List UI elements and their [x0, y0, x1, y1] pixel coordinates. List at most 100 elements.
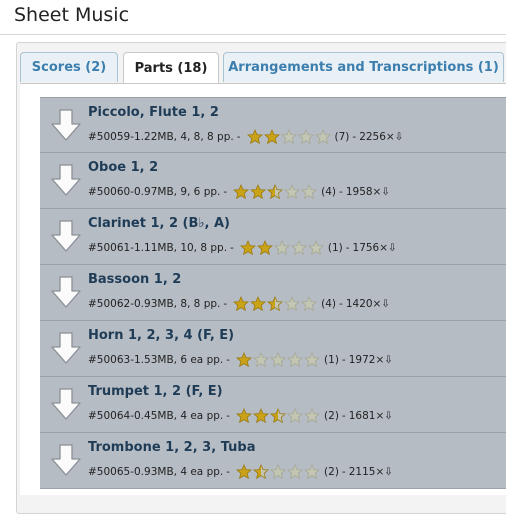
part-row[interactable]: Clarinet 1, 2 (B♭, A) #50061 - 1.11MB, 10… — [40, 209, 506, 265]
part-meta: #50059 - 1.22MB, 4, 8, 8 pp. - (7) -2256×⇩ — [88, 129, 404, 145]
part-meta: #50062 - 0.93MB, 8, 8 pp. - (4) -1420×⇩ — [88, 296, 390, 312]
part-file-details: 0.97MB, 9, 6 pp. — [134, 186, 221, 198]
star-icon[interactable] — [287, 352, 304, 368]
tab-scores[interactable]: Scores (2) — [20, 52, 118, 82]
star-icon[interactable] — [250, 296, 267, 312]
star-rating[interactable] — [239, 240, 325, 256]
part-name[interactable]: Piccolo, Flute 1, 2 — [88, 105, 219, 120]
part-row[interactable]: Piccolo, Flute 1, 2 #50059 - 1.22MB, 4, 8… — [40, 97, 506, 153]
part-file-details: 1.53MB, 6 ea pp. — [134, 354, 224, 366]
part-meta: #50064 - 0.45MB, 4 ea pp. - (2) -1681×⇩ — [88, 408, 393, 424]
rating-count: (4) — [321, 298, 337, 310]
star-icon[interactable] — [270, 464, 287, 480]
star-icon[interactable] — [304, 408, 321, 424]
part-row[interactable]: Horn 1, 2, 3, 4 (F, E) #50063 - 1.53MB, 6… — [40, 321, 506, 377]
star-icon[interactable] — [233, 184, 250, 200]
part-row[interactable]: Bassoon 1, 2 #50062 - 0.93MB, 8, 8 pp. - (4… — [40, 265, 506, 321]
tab-parts[interactable]: Parts (18) — [123, 52, 219, 84]
star-icon[interactable] — [270, 408, 287, 424]
part-file-id: #50061 — [88, 242, 131, 254]
star-icon[interactable] — [253, 408, 270, 424]
download-count: 1681×⇩ — [348, 410, 394, 422]
star-icon[interactable] — [236, 408, 253, 424]
download-count: 2256×⇩ — [359, 131, 404, 143]
part-name[interactable]: Clarinet 1, 2 (B♭, A) — [88, 216, 230, 231]
part-file-id: #50060 — [88, 186, 131, 198]
download-arrow-icon[interactable] — [51, 220, 81, 252]
star-rating[interactable] — [236, 352, 321, 368]
star-rating[interactable] — [233, 296, 318, 312]
star-icon[interactable] — [287, 408, 304, 424]
separator: - — [339, 186, 343, 198]
title-divider — [0, 34, 506, 35]
part-meta: #50063 - 1.53MB, 6 ea pp. - (1) -1972×⇩ — [88, 352, 393, 368]
star-rating[interactable] — [236, 464, 321, 480]
star-icon[interactable] — [290, 240, 307, 256]
parts-list: Piccolo, Flute 1, 2 #50059 - 1.22MB, 4, 8… — [40, 97, 506, 489]
star-icon[interactable] — [280, 129, 297, 145]
part-file-details: 1.22MB, 4, 8, 8 pp. — [134, 131, 234, 143]
separator: - — [339, 298, 343, 310]
part-meta: #50060 - 0.97MB, 9, 6 pp. - (4) -1958×⇩ — [88, 184, 390, 200]
separator: - — [223, 186, 228, 198]
part-name[interactable]: Bassoon 1, 2 — [88, 272, 181, 287]
star-icon[interactable] — [307, 240, 324, 256]
download-arrow-icon[interactable] — [51, 444, 81, 476]
separator: - — [226, 410, 231, 422]
part-meta: #50061 - 1.11MB, 10, 8 pp. - (1) -1756×⇩ — [88, 240, 397, 256]
part-file-id: #50059 — [88, 131, 131, 143]
star-icon[interactable] — [287, 464, 304, 480]
download-count: 1420×⇩ — [345, 298, 391, 310]
separator: - — [341, 410, 346, 422]
star-icon[interactable] — [246, 129, 263, 145]
part-name[interactable]: Horn 1, 2, 3, 4 (F, E) — [88, 328, 234, 343]
star-icon[interactable] — [304, 464, 321, 480]
star-icon[interactable] — [284, 296, 301, 312]
star-icon[interactable] — [250, 184, 267, 200]
separator: - — [345, 242, 350, 254]
part-row[interactable]: Trombone 1, 2, 3, Tuba #50065 - 0.93MB, 4… — [40, 433, 506, 489]
part-row[interactable]: Oboe 1, 2 #50060 - 0.97MB, 9, 6 pp. - (4) -1… — [40, 153, 506, 209]
star-icon[interactable] — [297, 129, 314, 145]
star-icon[interactable] — [267, 184, 284, 200]
star-rating[interactable] — [233, 184, 318, 200]
part-file-id: #50063 — [88, 354, 131, 366]
star-icon[interactable] — [314, 129, 331, 145]
download-arrow-icon[interactable] — [51, 276, 81, 308]
rating-count: (1) — [324, 354, 339, 366]
separator: - — [341, 466, 346, 478]
star-icon[interactable] — [267, 296, 284, 312]
star-icon[interactable] — [301, 296, 318, 312]
part-name[interactable]: Trombone 1, 2, 3, Tuba — [88, 440, 255, 455]
download-arrow-icon[interactable] — [51, 164, 81, 196]
star-icon[interactable] — [253, 464, 270, 480]
star-icon[interactable] — [253, 352, 270, 368]
separator: - — [226, 354, 231, 366]
star-icon[interactable] — [256, 240, 273, 256]
star-icon[interactable] — [236, 464, 253, 480]
star-icon[interactable] — [263, 129, 280, 145]
part-name[interactable]: Trumpet 1, 2 (F, E) — [88, 384, 223, 399]
star-icon[interactable] — [273, 240, 290, 256]
tab-arrangements[interactable]: Arrangements and Transcriptions (1) — [223, 52, 504, 82]
star-icon[interactable] — [236, 352, 253, 368]
rating-count: (2) — [324, 410, 339, 422]
part-row[interactable]: Trumpet 1, 2 (F, E) #50064 - 0.45MB, 4 ea… — [40, 377, 506, 433]
download-arrow-icon[interactable] — [51, 109, 81, 141]
star-rating[interactable] — [246, 129, 332, 145]
download-arrow-icon[interactable] — [51, 388, 81, 420]
star-icon[interactable] — [284, 184, 301, 200]
download-count: 1972×⇩ — [348, 354, 394, 366]
star-icon[interactable] — [233, 296, 250, 312]
star-icon[interactable] — [304, 352, 321, 368]
tab-bar: Scores (2) Parts (18) Arrangements and T… — [20, 52, 506, 84]
part-name[interactable]: Oboe 1, 2 — [88, 160, 158, 175]
star-icon[interactable] — [239, 240, 256, 256]
download-arrow-icon[interactable] — [51, 332, 81, 364]
download-count: 1958×⇩ — [345, 186, 391, 198]
part-file-id: #50065 — [88, 466, 131, 478]
star-icon[interactable] — [270, 352, 287, 368]
star-icon[interactable] — [301, 184, 318, 200]
star-rating[interactable] — [236, 408, 321, 424]
download-count: 1756×⇩ — [352, 242, 397, 254]
